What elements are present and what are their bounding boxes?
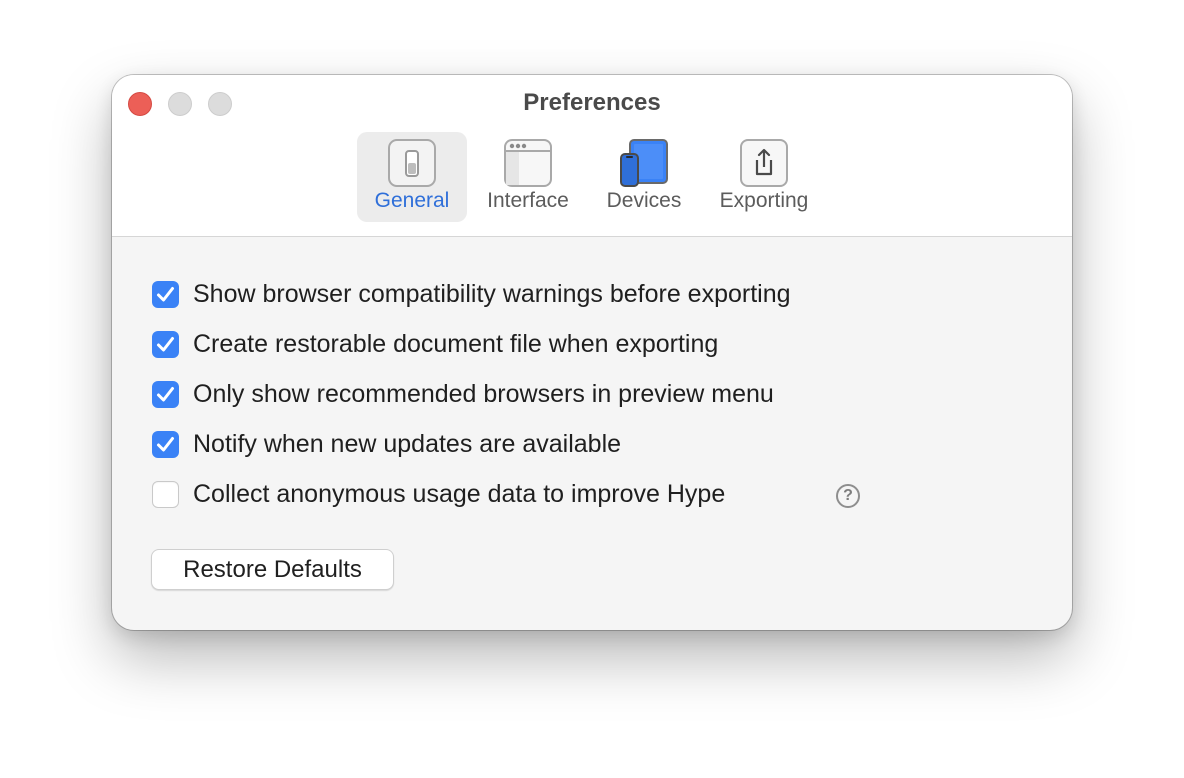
general-settings-pane: Show browser compatibility warnings befo… <box>112 237 1072 630</box>
help-icon[interactable]: ? <box>836 484 860 508</box>
tab-exporting[interactable]: Exporting <box>707 132 821 222</box>
title-bar: Preferences General Interface Devices Ex… <box>112 75 1072 237</box>
tab-devices[interactable]: Devices <box>594 132 694 222</box>
checkbox[interactable] <box>152 481 179 508</box>
preferences-window: Preferences General Interface Devices Ex… <box>112 75 1072 630</box>
switch-icon <box>388 139 436 187</box>
restore-defaults-button[interactable]: Restore Defaults <box>151 549 394 590</box>
option-label: Collect anonymous usage data to improve … <box>193 480 726 508</box>
window-icon <box>504 139 552 187</box>
checkbox[interactable] <box>152 331 179 358</box>
tab-exporting-label: Exporting <box>719 189 809 212</box>
option-label: Show browser compatibility warnings befo… <box>193 280 791 308</box>
tab-interface-label: Interface <box>487 189 569 212</box>
checkbox[interactable] <box>152 431 179 458</box>
window-title: Preferences <box>523 89 661 116</box>
tab-interface[interactable]: Interface <box>475 132 581 222</box>
option-label: Notify when new updates are available <box>193 430 622 458</box>
checkbox[interactable] <box>152 381 179 408</box>
share-icon <box>740 139 788 187</box>
devices-icon <box>620 139 668 187</box>
tab-general[interactable]: General <box>357 132 467 222</box>
option-label: Create restorable document file when exp… <box>193 330 719 358</box>
tab-devices-label: Devices <box>606 189 682 212</box>
tab-general-label: General <box>374 189 450 212</box>
checkbox[interactable] <box>152 281 179 308</box>
option-label: Only show recommended browsers in previe… <box>193 380 774 408</box>
